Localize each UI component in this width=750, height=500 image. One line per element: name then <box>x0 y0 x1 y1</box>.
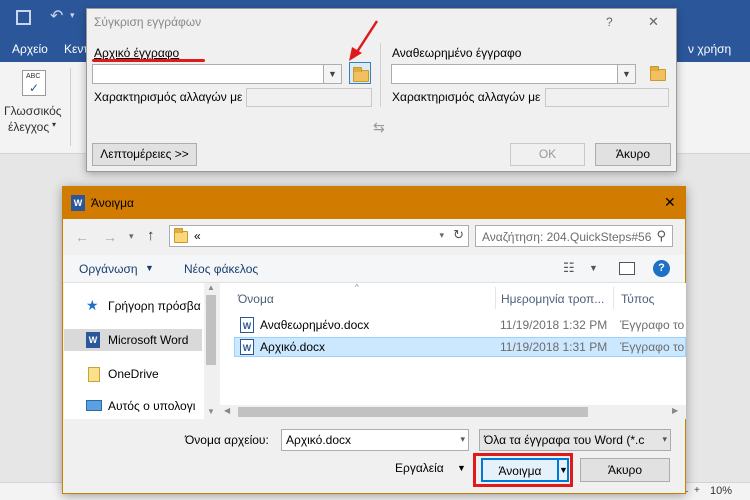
original-doc-label: Αρχικό έγγραφο <box>94 46 180 60</box>
open-dialog-title: Άνοιγμα <box>91 196 134 210</box>
scrollbar-thumb[interactable] <box>206 295 216 365</box>
docx-icon: W <box>240 317 254 333</box>
word-icon: W <box>86 332 100 348</box>
search-icon[interactable]: ⚲ <box>656 228 666 244</box>
signin-text[interactable]: ν χρήση <box>688 42 731 56</box>
back-arrow-icon[interactable]: ← <box>75 229 89 245</box>
computer-icon <box>86 400 102 411</box>
scroll-left-icon[interactable]: ◀ <box>224 406 230 415</box>
save-icon[interactable] <box>16 10 31 25</box>
ok-button[interactable]: OK <box>510 143 585 166</box>
column-type[interactable]: Τύπος <box>621 292 654 306</box>
cancel-button[interactable]: Άκυρο <box>580 458 670 482</box>
chevron-down-icon[interactable]: ▼ <box>617 65 635 83</box>
label-changes-right-input[interactable] <box>545 88 669 107</box>
ribbon-divider <box>70 68 71 146</box>
label-changes-left: Χαρακτηρισμός αλλαγών με <box>94 90 243 104</box>
undo-icon[interactable]: ↶ <box>50 6 63 26</box>
open-toolbar: Οργάνωση ▼ Νέος φάκελος ☷ ▼ ? <box>63 255 685 283</box>
open-button[interactable]: Άνοιγμα <box>481 458 559 482</box>
filename-input[interactable]: Αρχικό.docx ▾ <box>281 429 469 451</box>
chevron-down-icon[interactable]: ▾ <box>460 434 465 445</box>
onedrive-icon <box>88 367 100 382</box>
path-breadcrumb[interactable]: « <box>194 229 201 243</box>
folder-icon <box>650 66 666 81</box>
label-changes-left-input[interactable] <box>246 88 372 107</box>
folder-icon <box>353 67 369 82</box>
chevron-down-icon[interactable]: ▾ <box>662 434 667 445</box>
nav-item-this-pc[interactable]: Αυτός ο υπολογι <box>64 395 218 417</box>
swap-icon[interactable]: ⇆ <box>373 119 385 136</box>
organize-button[interactable]: Οργάνωση <box>79 262 138 276</box>
folder-icon <box>174 228 188 243</box>
preview-pane-icon[interactable] <box>619 262 635 275</box>
tab-home[interactable]: Κεντ <box>64 42 88 56</box>
revised-doc-label: Αναθεωρημένο έγγραφο <box>392 46 522 60</box>
file-list: ^ Όνομα Ημερομηνία τροπ... Τύπος W Αναθε… <box>220 283 686 419</box>
nav-item-onedrive[interactable]: OneDrive <box>64 363 218 385</box>
horizontal-scrollbar[interactable]: ◀ ▶ <box>220 405 686 419</box>
browse-original-button[interactable] <box>349 62 371 84</box>
docx-icon: W <box>240 339 254 355</box>
undo-dropdown-icon[interactable]: ▾ <box>70 10 75 21</box>
table-row-selected[interactable]: W Αρχικό.docx 11/19/2018 1:31 PM Έγγραφο… <box>234 337 686 357</box>
chevron-down-icon[interactable]: ▼ <box>589 263 598 273</box>
tools-button[interactable]: Εργαλεία <box>395 461 444 475</box>
filename-label: Όνομα αρχείου: <box>185 433 269 447</box>
original-doc-combo[interactable]: ▼ <box>92 64 342 84</box>
open-dialog: W Άνοιγμα ✕ ← → ▾ ↑ « ▾ ↻ Αναζήτηση: 204… <box>62 186 686 494</box>
refresh-icon[interactable]: ↻ <box>453 227 464 243</box>
column-date[interactable]: Ημερομηνία τροπ... <box>501 292 604 306</box>
chevron-down-icon[interactable]: ▾ <box>439 230 444 241</box>
annotation-underline <box>92 59 205 62</box>
more-button[interactable]: Λεπτομέρειες >> <box>92 143 197 166</box>
column-name[interactable]: Όνομα <box>238 292 274 306</box>
scrollbar-thumb[interactable] <box>238 407 588 417</box>
word-icon: W <box>71 195 85 211</box>
compare-dialog: Σύγκριση εγγράφων ? ✕ Αρχικό έγγραφο ▼ Χ… <box>86 8 677 172</box>
tab-file[interactable]: Αρχείο <box>12 42 48 56</box>
open-titlebar: W Άνοιγμα ✕ <box>63 187 685 219</box>
scroll-up-icon[interactable]: ▲ <box>207 283 215 292</box>
nav-pane: ★ Γρήγορη πρόσβα W Microsoft Word OneDri… <box>64 283 218 419</box>
recent-dropdown-icon[interactable]: ▾ <box>129 231 134 242</box>
scroll-right-icon[interactable]: ▶ <box>672 406 678 415</box>
compare-dialog-title: Σύγκριση εγγράφων <box>94 15 202 29</box>
cancel-button[interactable]: Άκυρο <box>595 143 671 166</box>
spelling-icon[interactable]: ABC ✓ <box>22 70 46 96</box>
proofing-label[interactable]: Γλωσσικός <box>4 104 62 118</box>
table-row[interactable]: W Αναθεωρημένο.docx 11/19/2018 1:32 PM Έ… <box>234 315 686 335</box>
scroll-down-icon[interactable]: ▼ <box>207 407 215 416</box>
proofing-label-2[interactable]: έλεγχος <box>8 120 49 134</box>
up-arrow-icon[interactable]: ↑ <box>147 227 155 244</box>
file-type-filter[interactable]: Όλα τα έγγραφα του Word (*.c ▾ <box>479 429 671 451</box>
revised-doc-combo[interactable]: ▼ <box>391 64 636 84</box>
close-button[interactable]: ✕ <box>648 14 659 30</box>
view-options-icon[interactable]: ☷ <box>563 260 575 276</box>
chevron-down-icon[interactable]: ▼ <box>323 65 341 83</box>
nav-item-quick-access[interactable]: ★ Γρήγορη πρόσβα <box>64 295 218 317</box>
chevron-down-icon[interactable]: ▼ <box>457 463 466 473</box>
browse-revised-button[interactable] <box>647 62 669 84</box>
zoom-in-icon[interactable]: + <box>694 485 700 496</box>
annotation-arrow <box>349 20 379 61</box>
nav-item-microsoft-word[interactable]: W Microsoft Word <box>64 329 202 351</box>
search-input[interactable]: Αναζήτηση: 204.QuickSteps#56 ⚲ <box>475 225 673 247</box>
chevron-down-icon[interactable]: ▾ <box>52 120 56 129</box>
new-folder-button[interactable]: Νέος φάκελος <box>184 262 258 276</box>
open-dropdown-button[interactable]: ▼ <box>557 458 569 482</box>
close-button[interactable]: ✕ <box>664 194 676 211</box>
help-button[interactable]: ? <box>606 15 613 29</box>
address-bar[interactable]: « ▾ ↻ <box>169 225 469 247</box>
chevron-down-icon[interactable]: ▼ <box>145 263 154 273</box>
sort-indicator-icon: ^ <box>355 283 359 292</box>
label-changes-right: Χαρακτηρισμός αλλαγών με <box>392 90 541 104</box>
nav-scrollbar[interactable]: ▲ ▼ <box>204 283 218 419</box>
help-icon[interactable]: ? <box>653 260 670 277</box>
forward-arrow-icon[interactable]: → <box>103 229 117 245</box>
star-icon: ★ <box>86 297 99 313</box>
zoom-level[interactable]: 10% <box>710 485 732 497</box>
